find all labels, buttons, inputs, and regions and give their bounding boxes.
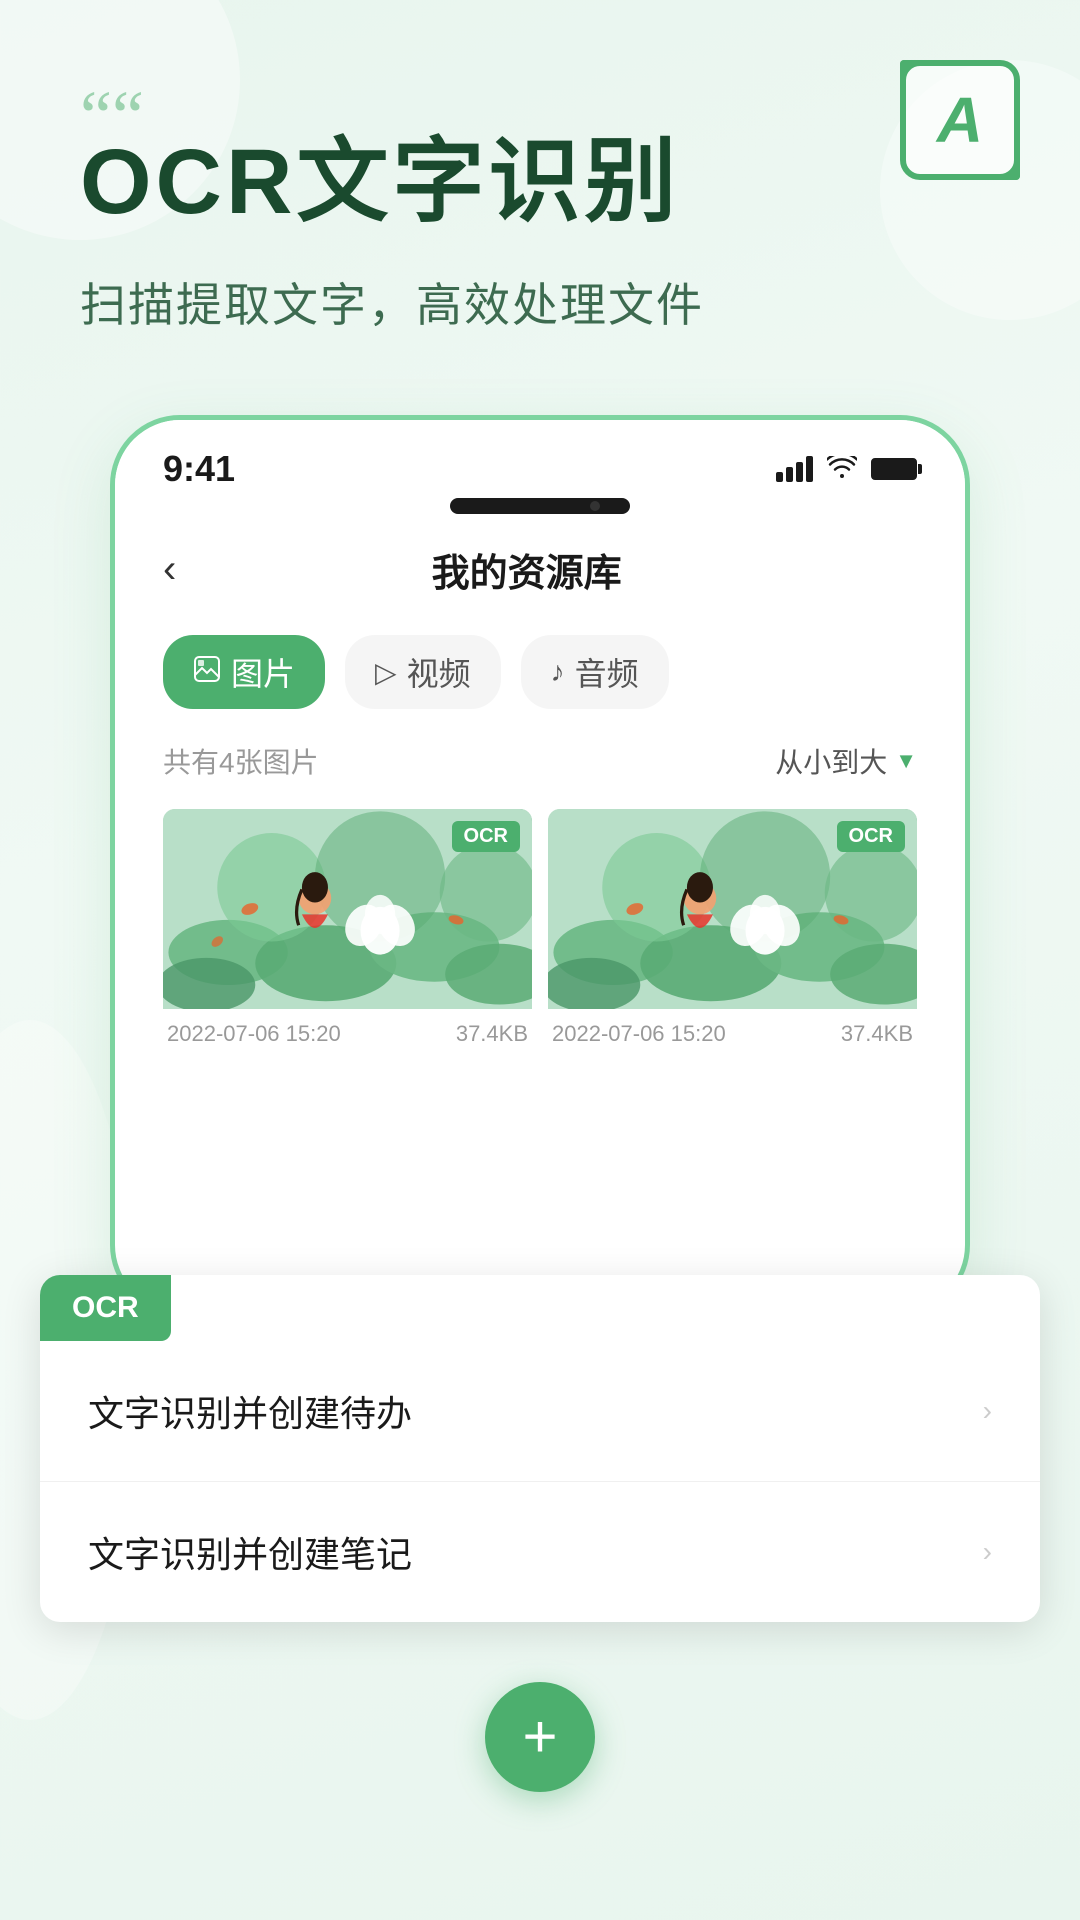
image-tab-icon: [193, 655, 221, 690]
phone-time: 9:41: [163, 448, 235, 490]
phone-wrapper: 9:41: [110, 415, 970, 1315]
image-card-2[interactable]: OCR 2022-07-06 15:20 37.4KB: [548, 809, 917, 1051]
file-count-row: 共有4张图片 从小到大 ▼: [115, 733, 965, 801]
phone-status-icons: [776, 453, 917, 485]
ocr-popup: OCR 文字识别并创建待办 › 文字识别并创建笔记 ›: [40, 1275, 1040, 1622]
fab-section: +: [0, 1622, 1080, 1832]
signal-icon: [776, 456, 813, 482]
chevron-right-icon-note: ›: [983, 1536, 992, 1568]
ocr-badge-2: OCR: [837, 821, 905, 852]
ocr-menu-text-note: 文字识别并创建笔记: [88, 1526, 412, 1578]
chevron-right-icon-todo: ›: [983, 1395, 992, 1427]
tab-video[interactable]: ▷ 视频: [345, 635, 501, 709]
sort-arrow-icon: ▼: [895, 748, 917, 774]
ocr-popup-header: OCR: [40, 1275, 171, 1341]
quote-marks: ““: [80, 80, 1000, 152]
image-date-1: 2022-07-06 15:20: [167, 1021, 341, 1047]
image-card-1[interactable]: OCR 2022-07-06 15:20 37.4KB: [163, 809, 532, 1051]
sort-label: 从小到大: [775, 741, 887, 781]
ocr-menu-item-todo[interactable]: 文字识别并创建待办 ›: [40, 1341, 1040, 1482]
ocr-popup-container: OCR 文字识别并创建待办 › 文字识别并创建笔记 ›: [0, 1275, 1080, 1622]
image-thumbnail-1: OCR: [163, 809, 532, 1009]
subtitle: 扫描提取文字，高效处理文件: [80, 269, 1000, 335]
ocr-menu-item-note[interactable]: 文字识别并创建笔记 ›: [40, 1482, 1040, 1622]
fab-add-button[interactable]: +: [485, 1682, 595, 1792]
file-count-text: 共有4张图片: [163, 741, 319, 781]
sort-button[interactable]: 从小到大 ▼: [775, 741, 917, 781]
wifi-icon: [827, 453, 857, 485]
audio-tab-label: 音频: [575, 649, 639, 695]
battery-icon: [871, 458, 917, 480]
phone-mockup: 9:41: [110, 415, 970, 1315]
video-tab-icon: ▷: [375, 656, 397, 689]
back-button[interactable]: ‹: [163, 547, 176, 592]
image-info-1: 2022-07-06 15:20 37.4KB: [163, 1009, 532, 1051]
image-info-2: 2022-07-06 15:20 37.4KB: [548, 1009, 917, 1051]
status-bar: 9:41: [115, 420, 965, 506]
phone-nav: ‹ 我的资源库: [115, 514, 965, 625]
header-section: A ““ OCR文字识别 扫描提取文字，高效处理文件: [0, 80, 1080, 335]
image-thumbnail-2: OCR: [548, 809, 917, 1009]
image-tab-label: 图片: [231, 649, 295, 695]
category-tabs: 图片 ▷ 视频 ♪ 音频: [115, 625, 965, 733]
video-tab-label: 视频: [407, 649, 471, 695]
fab-plus-icon: +: [522, 1707, 557, 1767]
image-size-2: 37.4KB: [841, 1021, 913, 1047]
tab-images[interactable]: 图片: [163, 635, 325, 709]
dynamic-island: [450, 498, 630, 514]
ocr-badge-1: OCR: [452, 821, 520, 852]
image-grid: OCR 2022-07-06 15:20 37.4KB: [115, 801, 965, 1091]
ocr-menu-text-todo: 文字识别并创建待办: [88, 1385, 412, 1437]
nav-title: 我的资源库: [196, 542, 857, 597]
audio-tab-icon: ♪: [551, 656, 565, 688]
image-date-2: 2022-07-06 15:20: [552, 1021, 726, 1047]
image-size-1: 37.4KB: [456, 1021, 528, 1047]
tab-audio[interactable]: ♪ 音频: [521, 635, 669, 709]
